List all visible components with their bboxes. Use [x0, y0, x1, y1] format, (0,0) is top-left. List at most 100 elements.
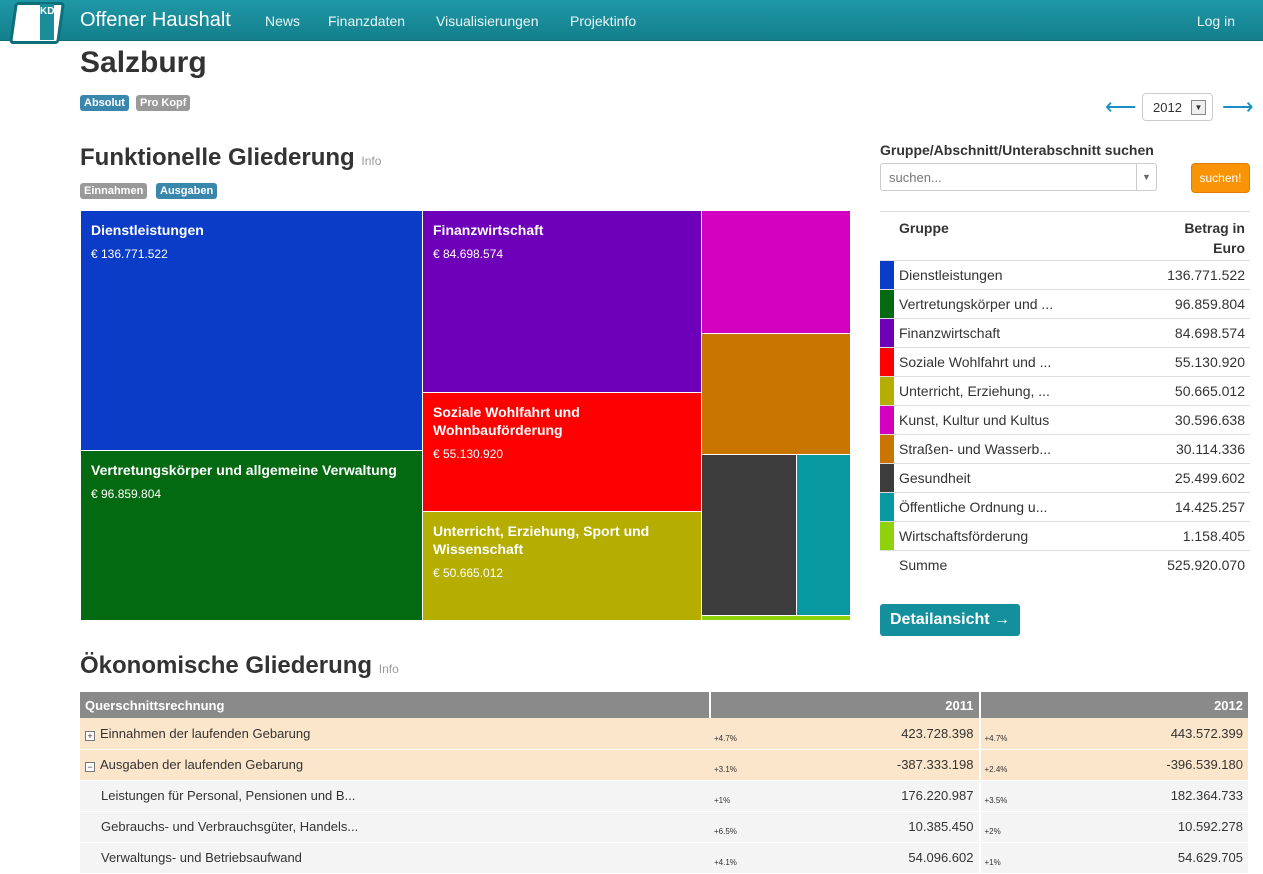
group-value: 136.771.522	[1128, 260, 1250, 290]
treemap-tile-strassen[interactable]	[701, 333, 851, 455]
tab-absolut[interactable]: Absolut	[80, 95, 129, 111]
sum-value: 525.920.070	[1128, 550, 1250, 580]
row-label-text: Einnahmen der laufenden Gebarung	[100, 725, 311, 741]
table-row[interactable]: Gesundheit 25.499.602	[880, 463, 1250, 493]
table-row[interactable]: Soziale Wohlfahrt und ... 55.130.920	[880, 347, 1250, 377]
table-row[interactable]: Verwaltungs- und Betriebsaufwand +4.1% 54.…	[80, 842, 1250, 874]
economic-heading: Ökonomische Gliederung Info	[80, 652, 399, 680]
search-button[interactable]: suchen!	[1191, 163, 1250, 193]
nav-projektinfo[interactable]: Projektinfo	[570, 13, 636, 29]
table-row[interactable]: Kunst, Kultur und Kultus 30.596.638	[880, 405, 1250, 435]
login-link[interactable]: Log in	[1197, 13, 1235, 29]
economic-info-link[interactable]: Info	[379, 662, 399, 676]
next-year-icon[interactable]: ⟶	[1222, 94, 1254, 120]
table-row[interactable]: Finanzwirtschaft 84.698.574	[880, 318, 1250, 348]
collapse-icon[interactable]: −	[85, 762, 95, 772]
treemap-tile-soziale-wohlfahrt[interactable]: Soziale Wohlfahrt und Wohnbauförderung €…	[422, 392, 702, 512]
row-label: Gebrauchs- und Verbrauchsgüter, Handels.…	[80, 811, 710, 843]
group-table: Gruppe Betrag in Euro Dienstleistungen 13…	[880, 211, 1250, 580]
treemap-tile-wirtschaft[interactable]	[701, 615, 851, 621]
chevron-down-icon[interactable]: ▼	[1136, 164, 1156, 190]
tab-ausgaben[interactable]: Ausgaben	[156, 183, 218, 199]
pct-2012: +1%	[979, 842, 1040, 874]
color-swatch	[880, 260, 894, 290]
pct-2011: +1%	[710, 780, 770, 812]
table-row[interactable]: Leistungen für Personal, Pensionen und B…	[80, 780, 1250, 812]
pct-2011: +6.5%	[710, 811, 770, 843]
prev-year-icon[interactable]: ⟵	[1105, 94, 1137, 120]
tab-pro-kopf[interactable]: Pro Kopf	[136, 95, 191, 111]
pct-2012: +4.7%	[979, 718, 1040, 750]
expand-icon[interactable]: +	[85, 730, 95, 741]
value-2011: 423.728.398	[770, 718, 981, 750]
tile-name: Dienstleistungen	[91, 222, 204, 238]
group-value: 30.596.638	[1128, 405, 1250, 435]
group-value: 55.130.920	[1128, 347, 1250, 377]
year-select[interactable]: 2012 ▼	[1142, 93, 1213, 121]
functional-info-link[interactable]: Info	[361, 154, 381, 168]
treemap: Dienstleistungen € 136.771.522 Vertretun…	[80, 210, 851, 621]
top-navbar: KDZ Offener Haushalt News Finanzdaten Vi…	[0, 0, 1263, 44]
logo-letters: KDZ	[40, 4, 61, 40]
treemap-tile-gesundheit[interactable]	[701, 454, 797, 616]
group-name: Kunst, Kultur und Kultus	[894, 405, 1129, 435]
tile-value: € 136.771.522	[91, 247, 168, 261]
treemap-tile-dienstleistungen[interactable]: Dienstleistungen € 136.771.522	[80, 210, 423, 451]
search-input[interactable]	[880, 163, 1157, 191]
tile-name: Soziale Wohlfahrt und Wohnbauförderung	[433, 404, 580, 438]
nav-news[interactable]: News	[265, 13, 300, 29]
row-label-text: Gebrauchs- und Verbrauchsgüter, Handels.…	[101, 819, 359, 834]
group-name: Öffentliche Ordnung u...	[894, 492, 1129, 522]
table-row[interactable]: Wirtschaftsförderung 1.158.405	[880, 521, 1250, 551]
row-label: Leistungen für Personal, Pensionen und B…	[80, 780, 710, 812]
page-title: Salzburg	[80, 46, 207, 79]
value-2012: 54.629.705	[1039, 842, 1250, 874]
economic-table: Querschnittsrechnung 2011 2012 + Einnahme…	[80, 692, 1250, 874]
treemap-tile-finanzwirtschaft[interactable]: Finanzwirtschaft € 84.698.574	[422, 210, 702, 393]
table-row[interactable]: − Ausgaben der laufenden Gebarung +3.1% -38…	[80, 749, 1250, 781]
row-label-text: Verwaltungs- und Betriebsaufwand	[101, 850, 302, 865]
treemap-tile-vertretung[interactable]: Vertretungskörper und allgemeine Verwalt…	[80, 450, 423, 621]
group-value: 50.665.012	[1128, 376, 1250, 406]
table-row[interactable]: Vertretungskörper und ... 96.859.804	[880, 289, 1250, 319]
sum-label: Summe	[894, 550, 1129, 580]
tile-value: € 96.859.804	[91, 487, 162, 501]
treemap-tile-kunst[interactable]	[701, 210, 851, 334]
group-name: Dienstleistungen	[894, 260, 1129, 290]
col-2011-header[interactable]: 2011	[710, 692, 981, 718]
tile-name: Unterricht, Erziehung, Sport und Wissens…	[433, 523, 650, 557]
brand-title[interactable]: Offener Haushalt	[80, 9, 231, 32]
nav-finanzdaten[interactable]: Finanzdaten	[328, 13, 405, 29]
table-row[interactable]: Straßen- und Wasserb... 30.114.336	[880, 434, 1250, 464]
table-row[interactable]: + Einnahmen der laufenden Gebarung +4.7% 42…	[80, 718, 1250, 750]
col-group-header[interactable]: Gruppe	[894, 211, 1129, 261]
search-label: Gruppe/Abschnitt/Unterabschnitt suchen	[880, 142, 1154, 158]
treemap-tile-unterricht[interactable]: Unterricht, Erziehung, Sport und Wissens…	[422, 511, 702, 621]
value-2012: -396.539.180	[1039, 749, 1250, 781]
row-label: + Einnahmen der laufenden Gebarung	[80, 718, 710, 750]
tab-einnahmen[interactable]: Einnahmen	[80, 183, 148, 199]
detail-view-button[interactable]: Detailansicht →	[880, 604, 1020, 636]
group-value: 14.425.257	[1128, 492, 1250, 522]
nav-visualisierungen[interactable]: Visualisierungen	[436, 13, 538, 29]
value-2011: 54.096.602	[770, 842, 981, 874]
col-amount-header[interactable]: Betrag in Euro	[1128, 211, 1250, 261]
pct-2012: +2.4%	[979, 749, 1040, 781]
table-row[interactable]: Gebrauchs- und Verbrauchsgüter, Handels.…	[80, 811, 1250, 843]
pct-2011: +4.7%	[710, 718, 770, 750]
value-2011: 176.220.987	[770, 780, 981, 812]
tile-name: Vertretungskörper und allgemeine Verwalt…	[91, 462, 397, 478]
col-2012-header[interactable]: 2012	[979, 692, 1250, 718]
pct-2012: +2%	[979, 811, 1040, 843]
functional-heading-text: Funktionelle Gliederung	[80, 144, 355, 171]
economic-heading-text: Ökonomische Gliederung	[80, 652, 373, 679]
treemap-tile-ordnung[interactable]	[796, 454, 851, 616]
pct-2012: +3.5%	[979, 780, 1040, 812]
table-row[interactable]: Unterricht, Erziehung, ... 50.665.012	[880, 376, 1250, 406]
col-querschnitt-header[interactable]: Querschnittsrechnung	[80, 692, 711, 718]
tile-value: € 55.130.920	[433, 447, 504, 461]
group-value: 1.158.405	[1128, 521, 1250, 551]
table-row[interactable]: Dienstleistungen 136.771.522	[880, 260, 1250, 290]
color-swatch	[880, 347, 894, 377]
table-row[interactable]: Öffentliche Ordnung u... 14.425.257	[880, 492, 1250, 522]
